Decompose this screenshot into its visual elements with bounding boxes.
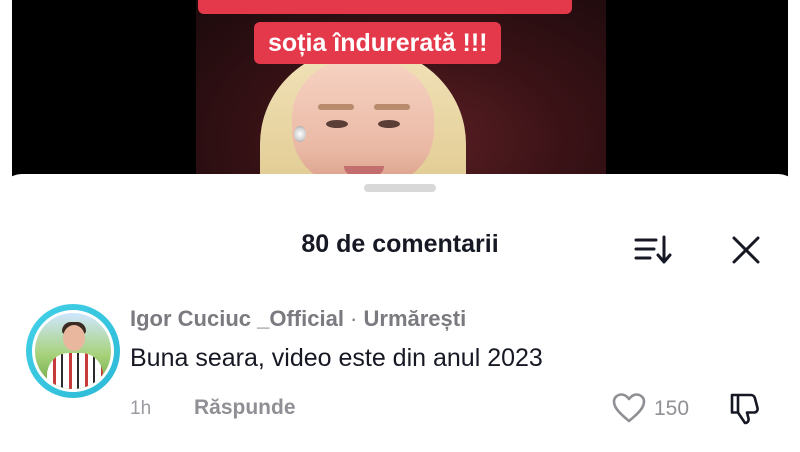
caption-top-strip — [198, 0, 572, 14]
video-player[interactable]: soția îndurerată !!! — [0, 0, 800, 200]
comment-time: 1h — [130, 398, 152, 419]
comments-sheet: 80 de comentarii Igor Cuciuc _Official ·… — [0, 174, 800, 452]
avatar-image — [32, 310, 114, 392]
drag-handle[interactable] — [364, 184, 436, 192]
brow-right — [374, 104, 410, 110]
like-count: 150 — [654, 397, 690, 420]
eye-left — [326, 120, 348, 128]
video-caption: soția îndurerată !!! — [254, 22, 502, 64]
earring — [294, 126, 306, 142]
sort-button[interactable] — [632, 232, 674, 268]
thumbs-down-icon — [730, 393, 759, 425]
sort-icon — [634, 235, 672, 264]
comment-text: Buna seara, video este din anul 2023 — [130, 344, 543, 372]
avatar-head — [63, 325, 85, 351]
comment-item: Igor Cuciuc _Official · Urmărești Buna s… — [26, 300, 776, 430]
comment-username[interactable]: Igor Cuciuc _Official — [130, 306, 344, 331]
dislike-button[interactable] — [726, 390, 762, 426]
comment-author-line: Igor Cuciuc _Official · Urmărești — [130, 306, 466, 332]
heart-icon — [612, 393, 646, 423]
video-person-face — [292, 58, 434, 188]
avatar[interactable] — [26, 304, 120, 398]
eye-right — [378, 120, 400, 128]
avatar-shirt — [47, 353, 103, 389]
close-button[interactable] — [728, 232, 764, 268]
comments-count: 80 de comentarii — [301, 230, 499, 258]
username-separator: · — [343, 306, 364, 331]
brow-left — [318, 104, 354, 110]
reply-button[interactable]: Răspunde — [194, 396, 296, 420]
close-icon — [732, 236, 760, 264]
follow-status: Urmărești — [363, 306, 467, 331]
like-button[interactable] — [612, 392, 646, 424]
